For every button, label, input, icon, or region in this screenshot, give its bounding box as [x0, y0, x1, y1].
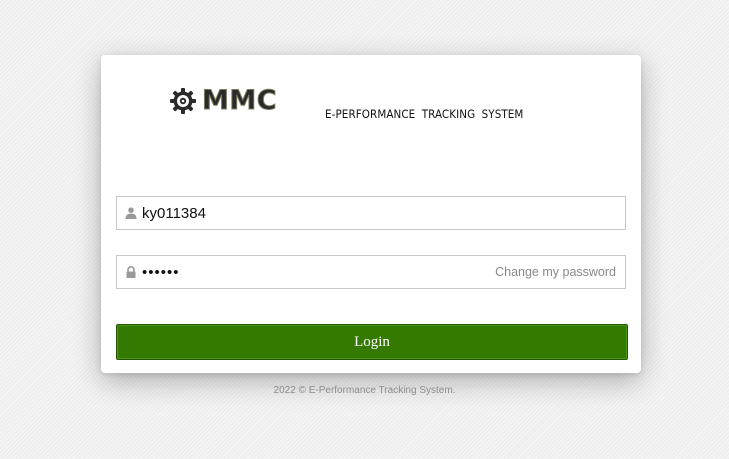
system-title: E-PERFORMANCE TRACKING SYSTEM: [325, 107, 524, 121]
login-button[interactable]: Login: [116, 324, 628, 360]
password-input[interactable]: [142, 256, 482, 288]
change-password-link[interactable]: Change my password: [495, 256, 616, 288]
username-input[interactable]: [142, 197, 482, 229]
username-field: [116, 196, 626, 230]
gear-icon: [169, 87, 197, 115]
logo: MMC: [169, 85, 277, 117]
logo-text: MMC: [201, 85, 278, 116]
footer-copyright: 2022 © E-Performance Tracking System.: [273, 385, 456, 396]
login-card: MMC E-PERFORMANCE TRACKING SYSTEM Change…: [101, 55, 641, 373]
password-field: Change my password: [116, 255, 626, 289]
